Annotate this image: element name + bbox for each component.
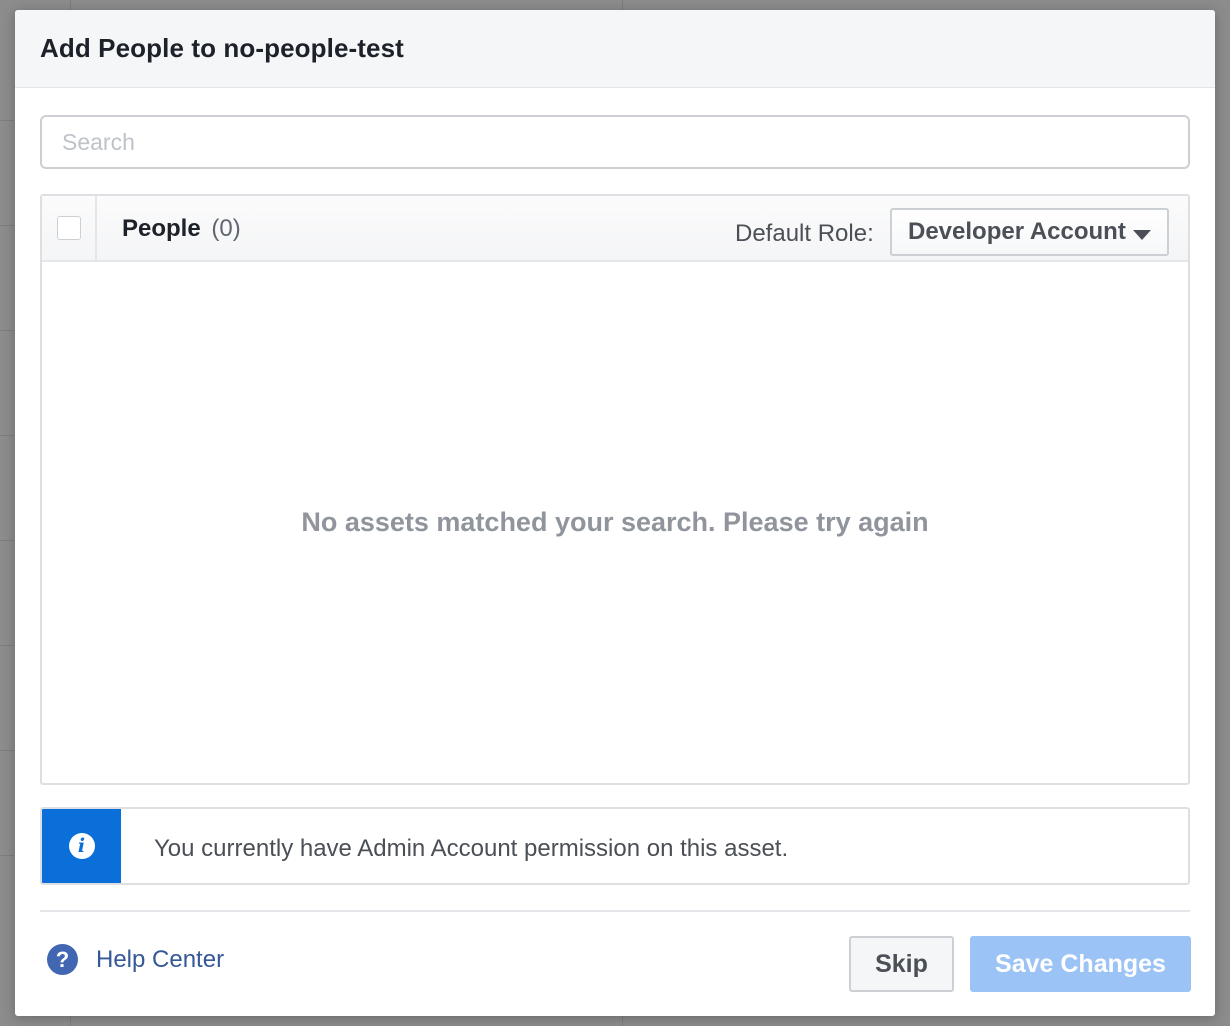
people-heading-label: People bbox=[122, 215, 201, 242]
default-role-dropdown[interactable]: Developer Account bbox=[890, 208, 1169, 256]
question-icon: ? bbox=[47, 944, 78, 975]
info-banner-text: You currently have Admin Account permiss… bbox=[154, 835, 789, 862]
help-center-label: Help Center bbox=[96, 945, 225, 973]
backdrop-gridline bbox=[0, 330, 14, 331]
backdrop-gridline bbox=[0, 750, 14, 751]
select-all-checkbox[interactable] bbox=[56, 216, 81, 240]
people-heading: People (0) bbox=[122, 215, 241, 243]
skip-button[interactable]: Skip bbox=[849, 936, 954, 992]
backdrop-gridline bbox=[0, 855, 14, 856]
default-role-value: Developer Account bbox=[908, 218, 1126, 245]
help-center-link[interactable]: ? Help Center bbox=[47, 944, 224, 975]
table-header: People (0) Default Role: Developer Accou… bbox=[42, 196, 1188, 262]
footer-divider bbox=[40, 910, 1190, 912]
backdrop-gridline bbox=[0, 225, 14, 226]
people-table: People (0) Default Role: Developer Accou… bbox=[40, 194, 1190, 785]
info-icon-block: i bbox=[42, 809, 121, 883]
caret-down-icon bbox=[1133, 230, 1151, 240]
search-input[interactable] bbox=[40, 115, 1190, 169]
backdrop-gridline bbox=[0, 540, 14, 541]
dialog-title: Add People to no-people-test bbox=[40, 33, 404, 63]
people-count: (0) bbox=[211, 215, 241, 242]
backdrop-gridline bbox=[0, 120, 14, 121]
dialog-header: Add People to no-people-test bbox=[15, 10, 1215, 88]
empty-state-message: No assets matched your search. Please tr… bbox=[301, 507, 929, 537]
add-people-dialog: Add People to no-people-test People (0) … bbox=[15, 10, 1215, 1016]
info-icon: i bbox=[68, 833, 95, 859]
backdrop-gridline bbox=[0, 435, 14, 436]
select-all-cell bbox=[42, 196, 97, 260]
backdrop-gridline bbox=[0, 645, 14, 646]
default-role-label: Default Role: bbox=[735, 220, 874, 247]
info-banner: i You currently have Admin Account permi… bbox=[40, 807, 1190, 885]
save-changes-button[interactable]: Save Changes bbox=[970, 936, 1191, 992]
